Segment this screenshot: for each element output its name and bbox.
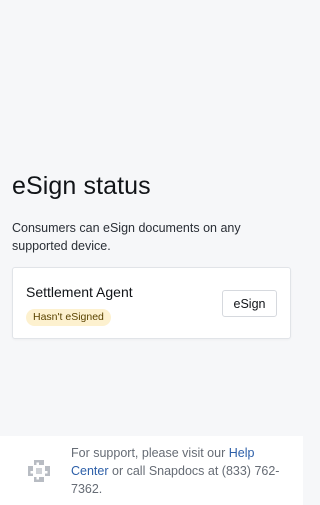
page-description: Consumers can eSign documents on any sup… — [12, 221, 241, 253]
support-text: For support, please visit our Help Cente… — [71, 444, 293, 498]
snapdocs-logo-icon — [28, 460, 50, 482]
status-badge: Hasn't eSigned — [26, 309, 111, 326]
support-footer: For support, please visit our Help Cente… — [0, 436, 303, 505]
main-content: eSign status Consumers can eSign documen… — [0, 0, 303, 436]
signer-card: Settlement Agent Hasn't eSigned eSign — [12, 267, 291, 339]
signer-name: Settlement Agent — [26, 284, 133, 300]
support-text-prefix: For support, please visit our — [71, 446, 229, 460]
page: eSign status Consumers can eSign documen… — [0, 0, 303, 505]
esign-button[interactable]: eSign — [222, 290, 277, 317]
page-title: eSign status — [12, 172, 151, 200]
